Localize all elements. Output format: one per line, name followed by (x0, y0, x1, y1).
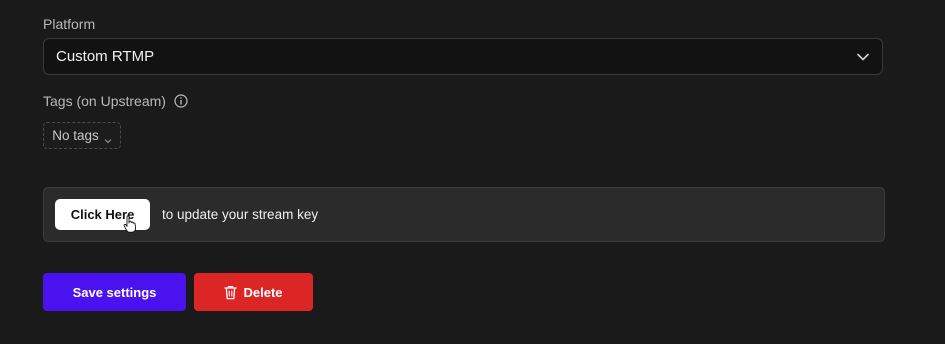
save-settings-button[interactable]: Save settings (43, 273, 186, 311)
save-settings-label: Save settings (72, 284, 157, 300)
platform-select[interactable]: Custom RTMP (43, 38, 883, 75)
delete-button[interactable]: Delete (194, 273, 313, 311)
no-tags-label: No tags (52, 128, 99, 143)
chevron-down-icon (856, 50, 870, 64)
info-icon[interactable] (174, 94, 188, 108)
platform-select-value: Custom RTMP (56, 48, 155, 65)
trash-icon (224, 285, 238, 300)
platform-label: Platform (43, 16, 96, 32)
stream-key-panel: Click Here to update your stream key (43, 187, 885, 242)
tags-label: Tags (on Upstream) (43, 93, 166, 109)
hand-pointer-icon (123, 215, 137, 233)
tags-label-row: Tags (on Upstream) (43, 93, 188, 109)
delete-label: Delete (243, 284, 283, 300)
chevron-down-icon (104, 132, 112, 143)
stream-key-text: to update your stream key (162, 207, 319, 222)
no-tags-button[interactable]: No tags (43, 122, 121, 149)
click-here-button[interactable]: Click Here (55, 199, 150, 233)
